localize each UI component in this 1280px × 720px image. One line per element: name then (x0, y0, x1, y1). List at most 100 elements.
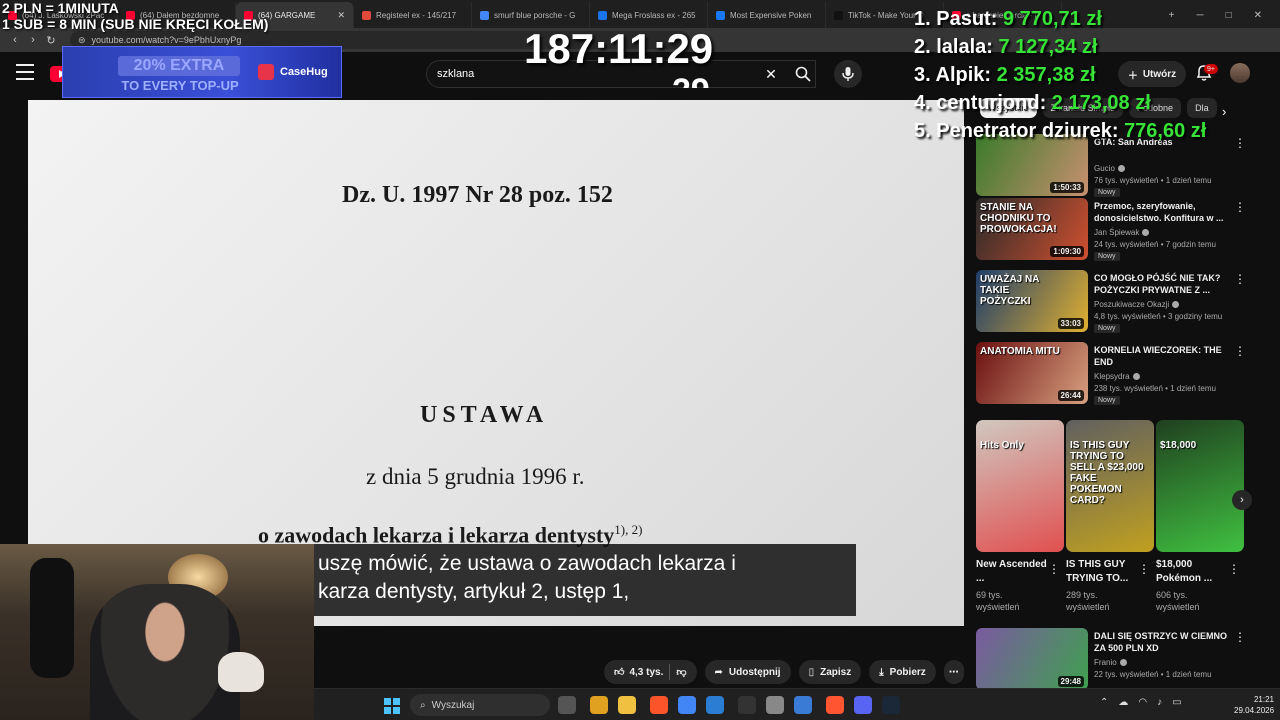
site-info-icon[interactable]: ⊜ (78, 35, 86, 46)
download-icon: ⤓ (879, 666, 884, 678)
clock-date: 29.04.2026 (1234, 706, 1275, 715)
save-button[interactable]: ▯ Zapisz (798, 660, 862, 684)
close-tab-icon[interactable]: ✕ (337, 10, 345, 21)
short-title[interactable]: $18,000 Pokémon ... (1156, 558, 1228, 586)
tab-favicon-icon (480, 10, 489, 20)
short-item[interactable]: IS THIS GUY TRYING TO SELL A $23,000 FAK… (1066, 420, 1154, 613)
recommendation-item[interactable]: 29:48 DALI SIĘ OSTRZYC W CIEMNO ZA 500 PL… (976, 628, 1266, 692)
taskbar-app-icon[interactable] (706, 696, 724, 714)
more-options-icon[interactable]: ⋮ (1228, 562, 1240, 576)
taskbar-app-icon[interactable] (558, 696, 576, 714)
browser-tab[interactable]: Registeel ex - 145/217 (354, 2, 472, 28)
verified-icon (1119, 659, 1127, 667)
voice-search-button[interactable] (834, 60, 862, 88)
donation-amount: 2 357,38 zł (996, 64, 1096, 86)
taskbar-app-icon[interactable] (590, 696, 608, 714)
donation-amount: 7 127,34 zł (998, 36, 1098, 58)
video-duration: 29:48 (1057, 676, 1084, 687)
more-actions-button[interactable]: ⋯ (943, 660, 964, 684)
reload-icon[interactable]: ↻ (42, 34, 60, 47)
channel-name[interactable]: Gucio (1094, 164, 1125, 173)
video-thumbnail[interactable]: ANATOMIA MITU 26:44 (976, 342, 1088, 404)
video-duration: 26:44 (1057, 390, 1084, 401)
video-title[interactable]: KORNELIA WIECZOREK: THE END (1094, 344, 1234, 368)
recommendation-item[interactable]: STANIE NA CHODNIKU TO PROWOKACJA! 1:09:30… (976, 198, 1266, 262)
short-thumbnail[interactable]: Hits Only (976, 420, 1064, 552)
taskbar-app-icon[interactable] (826, 696, 844, 714)
bookmark-icon: ▯ (808, 666, 815, 678)
streamer-image (90, 584, 240, 720)
video-title[interactable]: DALI SIĘ OSTRZYC W CIEMNO ZA 500 PLN XD (1094, 630, 1234, 654)
chevron-up-icon[interactable]: ⌃ (1100, 697, 1108, 708)
taskbar-clock[interactable]: 21:21 29.04.2026 (1234, 694, 1274, 716)
search-button[interactable] (786, 60, 820, 88)
battery-icon[interactable]: ▭ (1172, 697, 1181, 708)
recommendation-item[interactable]: UWAŻAJ NA TAKIE POŻYCZKI 33:03 CO MOGŁO PÓ… (976, 270, 1266, 334)
download-button[interactable]: ⤓ Pobierz (869, 660, 936, 684)
tab-title: Registeel ex - 145/217 (376, 10, 457, 20)
clear-search-icon[interactable]: ✕ (764, 60, 778, 88)
recommendation-item[interactable]: ANATOMIA MITU 26:44 KORNELIA WIECZOREK: TH… (976, 342, 1266, 406)
taskbar-app-icon[interactable] (854, 696, 872, 714)
dog-image (218, 652, 264, 692)
short-item[interactable]: $18,000 $18,000 Pokémon ... 606 tys. wyświ… (1156, 420, 1244, 613)
verified-icon (1142, 229, 1150, 237)
taskbar-app-icon[interactable] (618, 696, 636, 714)
taskbar-app-icon[interactable] (882, 696, 900, 714)
back-icon[interactable]: ‹ (6, 34, 24, 46)
channel-name[interactable]: Jan Śpiewak (1094, 228, 1150, 237)
forward-icon[interactable]: › (24, 34, 42, 46)
tab-title: smurf blue porsche - G (494, 10, 576, 20)
video-thumbnail[interactable]: UWAŻAJ NA TAKIE POŻYCZKI 33:03 (976, 270, 1088, 332)
video-thumbnail[interactable]: STANIE NA CHODNIKU TO PROWOKACJA! 1:09:30 (976, 198, 1088, 260)
like-button[interactable]: 👍︎ 4,3 tys. (614, 666, 663, 679)
windows-start-icon[interactable] (384, 698, 400, 714)
taskbar-search[interactable]: ⌕ Wyszukaj (410, 694, 550, 716)
subtitle-line: karza dentysty, artykuł 2, ustęp 1, (318, 580, 630, 603)
browser-tab[interactable]: Most Expensive Poken (708, 2, 826, 28)
dislike-button[interactable]: 👎︎ (676, 666, 686, 678)
shorts-next-button[interactable]: › (1232, 490, 1252, 510)
channel-name-text: Gucio (1094, 164, 1115, 173)
channel-name[interactable]: Klepsydra (1094, 372, 1140, 381)
taskbar-app-icon[interactable] (738, 696, 756, 714)
taskbar-app-icon[interactable] (794, 696, 812, 714)
short-title[interactable]: IS THIS GUY TRYING TO... (1066, 558, 1138, 586)
webcam-feed (0, 544, 314, 720)
share-icon: ➦ (714, 666, 723, 678)
cloud-icon[interactable]: ☁ (1118, 697, 1128, 708)
tab-title: Most Expensive Poken (730, 10, 812, 20)
video-thumbnail[interactable]: 29:48 (976, 628, 1088, 690)
video-title[interactable]: Przemoc, szeryfowanie, donosicielstwo. K… (1094, 200, 1234, 224)
short-thumbnail[interactable]: IS THIS GUY TRYING TO SELL A $23,000 FAK… (1066, 420, 1154, 552)
new-badge: Nowy (1094, 252, 1120, 261)
short-title[interactable]: New Ascended ... (976, 558, 1048, 586)
menu-icon[interactable] (16, 64, 34, 80)
more-options-icon[interactable]: ⋮ (1234, 344, 1246, 358)
short-item[interactable]: Hits Only New Ascended ... 69 tys. wyświet… (976, 420, 1064, 613)
more-options-icon[interactable]: ⋮ (1234, 200, 1246, 214)
tab-favicon-icon (362, 10, 371, 20)
taskbar-app-icon[interactable] (678, 696, 696, 714)
channel-name[interactable]: Franio (1094, 658, 1127, 667)
share-label: Udostępnij (728, 666, 781, 678)
tab-title: Mega Froslass ex - 265 (612, 10, 696, 20)
more-options-icon[interactable]: ⋮ (1138, 562, 1150, 576)
more-options-icon[interactable]: ⋮ (1234, 272, 1246, 286)
more-options-icon[interactable]: ⋮ (1048, 562, 1060, 576)
taskbar-app-icon[interactable] (766, 696, 784, 714)
video-title[interactable]: CO MOGŁO PÓJŚĆ NIE TAK? POŻYCZKI PRYWATN… (1094, 272, 1234, 296)
more-options-icon[interactable]: ⋮ (1234, 630, 1246, 644)
video-duration: 1:09:30 (1050, 246, 1084, 257)
short-thumbnail[interactable]: $18,000 (1156, 420, 1244, 552)
short-views: 289 tys. wyświetleń (1066, 590, 1110, 612)
channel-name[interactable]: Poszukiwacze Okazji (1094, 300, 1180, 309)
rate-line: 1 SUB = 8 MIN (SUB NIE KRĘCI KOŁEM) (2, 16, 269, 32)
volume-icon[interactable]: ♪ (1157, 697, 1162, 708)
wifi-icon[interactable]: ◠ (1138, 697, 1147, 708)
microphone-icon (842, 67, 854, 81)
document-date: z dnia 5 grudnia 1996 r. (366, 464, 585, 489)
taskbar-app-icon[interactable] (650, 696, 668, 714)
timer-ghost: 29 (672, 74, 722, 88)
share-button[interactable]: ➦ Udostępnij (704, 660, 791, 684)
